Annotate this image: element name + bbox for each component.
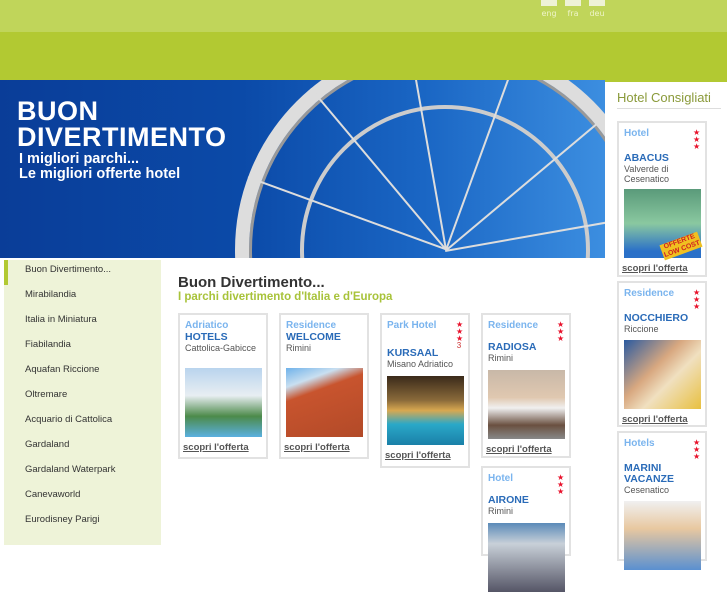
hotel-card: Residence ★★★ RADIOSA Rimini scopri l'of… xyxy=(481,313,571,458)
hotel-card: Adriatico HOTELS Cattolica-Gabicce scopr… xyxy=(178,313,268,459)
hotel-name: RADIOSA xyxy=(488,341,537,353)
header-band xyxy=(0,32,727,80)
recommended-hotel-card: Hotels ★★★ MARINI VACANZE Cesenatico xyxy=(617,431,707,570)
hotel-photo[interactable] xyxy=(286,368,363,437)
star-rating: ★★★ xyxy=(693,438,701,461)
lang-fra[interactable]: fra xyxy=(565,0,581,18)
hotel-name: ABACUS xyxy=(624,152,669,164)
page-subtitle: I parchi divertimento d'Italia e d'Europ… xyxy=(178,291,393,303)
star-rating: ★★★ xyxy=(557,320,565,343)
sidebar-item-gardaland[interactable]: Gardaland xyxy=(4,435,161,460)
lang-deu[interactable]: deu xyxy=(589,0,605,18)
divider xyxy=(617,108,721,109)
banner-title: BUON DIVERTIMENTO xyxy=(17,96,227,152)
hotel-city: Cesenatico xyxy=(624,485,670,495)
star-rating: ★★★ xyxy=(693,288,701,311)
hotel-name: HOTELS xyxy=(185,331,228,343)
hotel-city: Rimini xyxy=(286,343,312,353)
recommended-hotel-card: Residence ★★★ NOCCHIERO Riccione scopri … xyxy=(617,281,707,427)
sidebar-item-canevaworld[interactable]: Canevaworld xyxy=(4,485,161,510)
hotel-city: Cattolica-Gabicce xyxy=(185,343,257,353)
hotel-type: Hotel xyxy=(488,473,513,484)
hotel-name: WELCOME xyxy=(286,331,341,343)
star-rating: ★★★ xyxy=(557,473,565,496)
hotel-card: Residence WELCOME Rimini scopri l'offert… xyxy=(279,313,369,459)
hotel-photo[interactable]: OFFERTE LOW COST xyxy=(624,189,703,261)
hotel-name: MARINI VACANZE xyxy=(624,462,674,485)
hotel-card: Park Hotel ★★★ 3 KURSAAL Misano Adriatico… xyxy=(380,313,470,468)
hotel-photo[interactable] xyxy=(387,376,464,445)
offer-link[interactable]: scopri l'offerta xyxy=(622,263,700,283)
sidebar-item-mirabilandia[interactable]: Mirabilandia xyxy=(4,285,161,310)
sidebar-nav: Buon Divertimento... Mirabilandia Italia… xyxy=(4,260,161,545)
hotel-photo[interactable] xyxy=(185,368,262,437)
hotel-type: Residence xyxy=(624,288,675,299)
hotel-city: Rimini xyxy=(488,506,514,516)
sidebar-item-fiabilandia[interactable]: Fiabilandia xyxy=(4,335,161,360)
lang-eng[interactable]: eng xyxy=(541,0,557,18)
banner-subtitle: I migliori parchi... Le migliori offerte … xyxy=(19,151,181,182)
offer-link[interactable]: scopri l'offerta xyxy=(385,450,463,470)
hotel-type: Park Hotel xyxy=(387,320,437,331)
hotel-type: Hotel xyxy=(624,128,649,139)
hotel-city: Riccione xyxy=(624,324,659,334)
hotel-name: AIRONE xyxy=(488,494,529,506)
hotel-name: NOCCHIERO xyxy=(624,312,689,324)
hero-banner: BUON DIVERTIMENTO I migliori parchi... Le … xyxy=(0,80,605,258)
page-title: Buon Divertimento... xyxy=(178,274,325,291)
top-bar xyxy=(0,0,727,32)
hotel-photo[interactable] xyxy=(488,523,565,592)
offer-link[interactable]: scopri l'offerta xyxy=(284,442,362,462)
hotel-card: Hotel ★★★ AIRONE Rimini xyxy=(481,466,571,592)
hotel-city: Misano Adriatico xyxy=(387,359,454,369)
sidebar-item-italia-in-miniatura[interactable]: Italia in Miniatura xyxy=(4,310,161,335)
offer-link[interactable]: scopri l'offerta xyxy=(486,444,564,464)
sidebar-item-aquafan[interactable]: Aquafan Riccione xyxy=(4,360,161,385)
sidebar-item-eurodisney[interactable]: Eurodisney Parigi xyxy=(4,510,161,535)
hotel-photo[interactable] xyxy=(624,501,701,570)
star-rating: ★★★ 3 xyxy=(456,320,464,350)
sidebar-item-acquario[interactable]: Acquario di Cattolica xyxy=(4,410,161,435)
sidebar-item-gardaland-waterpark[interactable]: Gardaland Waterpark xyxy=(4,460,161,485)
hotel-name: KURSAAL xyxy=(387,347,439,359)
hotel-photo[interactable] xyxy=(488,370,565,439)
hotel-type: Residence xyxy=(488,320,539,331)
hotel-city: Rimini xyxy=(488,353,514,363)
offer-link[interactable]: scopri l'offerta xyxy=(183,442,261,462)
hotel-city: Valverde di Cesenatico xyxy=(624,164,670,184)
hotel-type: Hotels xyxy=(624,438,655,449)
recommended-hotel-card: Hotel ★★★ ABACUS Valverde di Cesenatico … xyxy=(617,121,707,277)
recommended-hotels-title: Hotel Consigliati xyxy=(617,90,711,105)
low-cost-badge: OFFERTE LOW COST xyxy=(659,231,703,261)
sidebar-item-buon-divertimento[interactable]: Buon Divertimento... xyxy=(4,260,161,285)
star-rating: ★★★ xyxy=(693,128,701,151)
sidebar-item-oltremare[interactable]: Oltremare xyxy=(4,385,161,410)
right-column-border xyxy=(605,80,727,82)
hotel-photo[interactable] xyxy=(624,340,701,409)
